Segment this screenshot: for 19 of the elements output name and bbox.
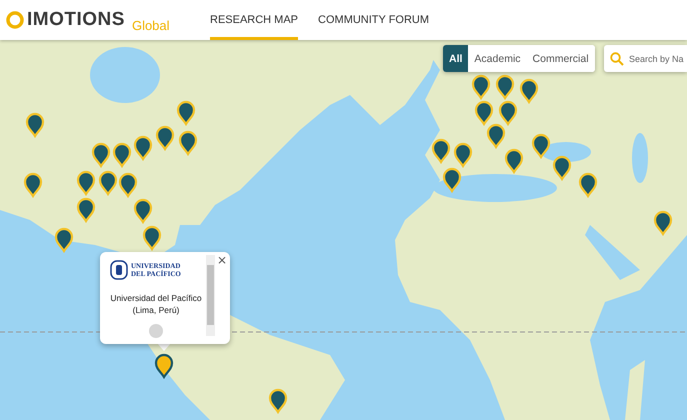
place-name: Universidad del Pacífico (Lima, Perú) bbox=[110, 292, 202, 316]
close-button[interactable]: × bbox=[217, 253, 228, 267]
ring-logo-icon bbox=[6, 11, 24, 29]
search-icon bbox=[610, 52, 624, 66]
sea bbox=[632, 133, 648, 183]
filter-tab[interactable]: Commercial bbox=[526, 45, 595, 72]
filter-tab[interactable]: All bbox=[443, 45, 468, 72]
filter-tab[interactable]: Academic bbox=[468, 45, 527, 72]
map-pin[interactable] bbox=[154, 354, 174, 378]
sea bbox=[585, 225, 640, 280]
loading-dot-icon bbox=[149, 324, 163, 338]
brand-name: IMOTIONS bbox=[27, 9, 125, 31]
bay bbox=[90, 47, 160, 103]
island bbox=[625, 360, 645, 420]
search-input[interactable]: Search by Na bbox=[629, 54, 685, 64]
nav-tab[interactable]: COMMUNITY FORUM bbox=[318, 0, 430, 40]
scrollbar[interactable] bbox=[206, 255, 215, 336]
crest-icon bbox=[110, 260, 128, 280]
brand-suffix: Global bbox=[132, 18, 170, 32]
